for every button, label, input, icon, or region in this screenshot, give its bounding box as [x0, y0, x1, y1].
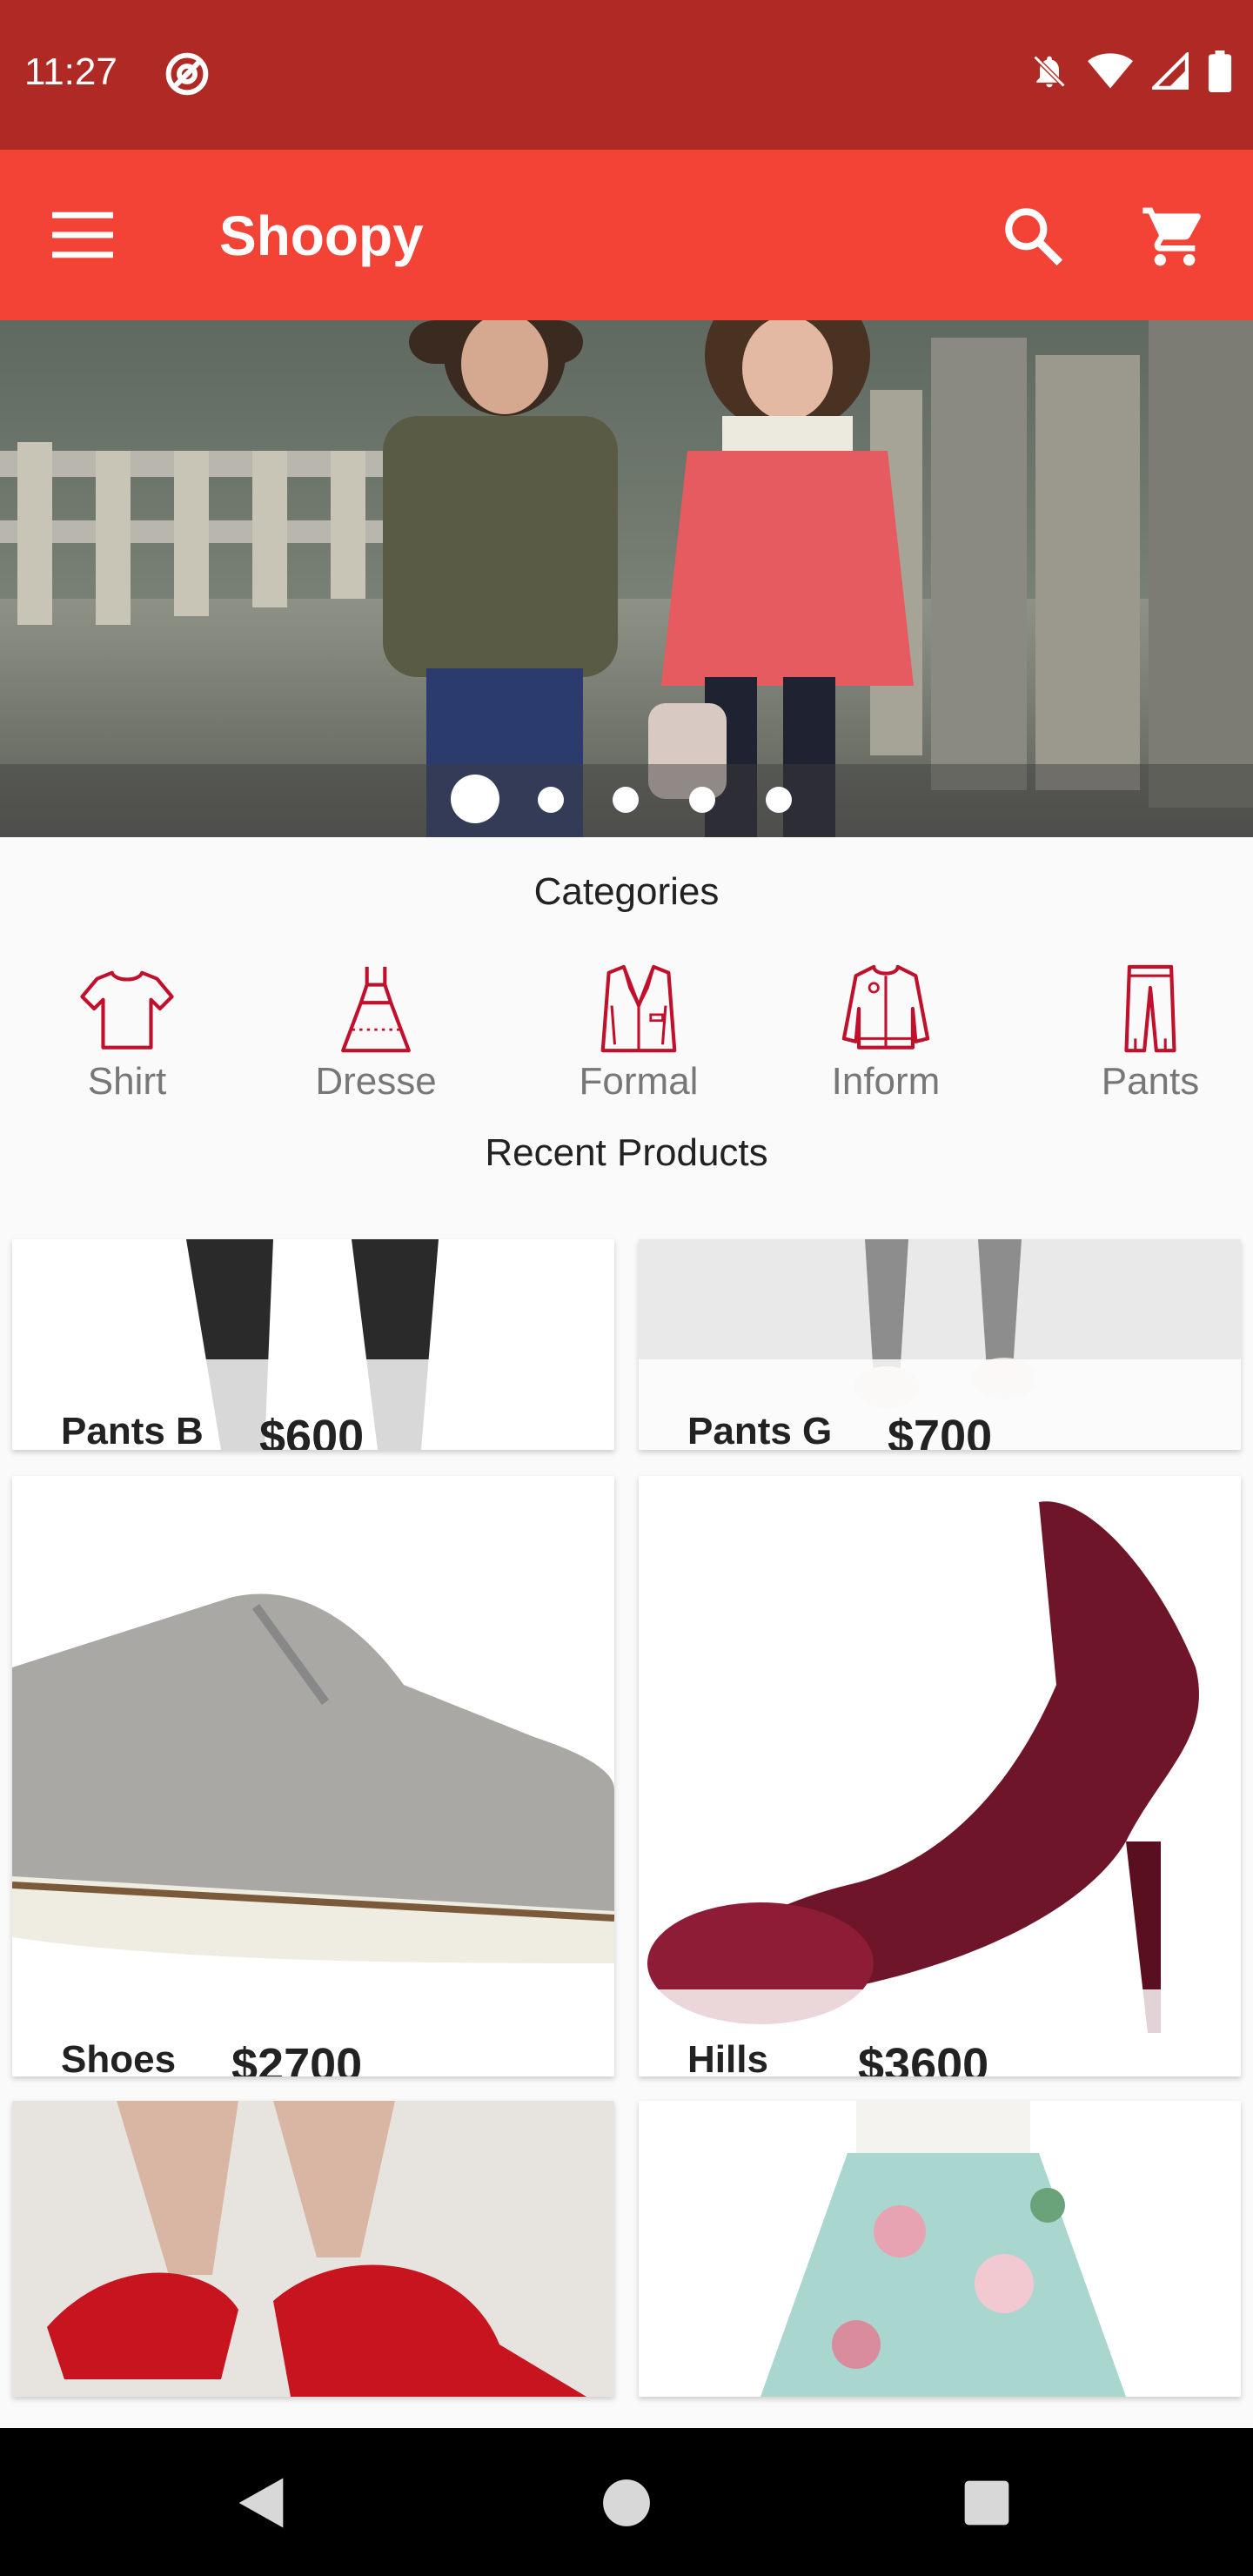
status-time: 11:27 [24, 50, 117, 93]
app-bar: Shoopy [0, 150, 1253, 320]
home-icon[interactable] [593, 2470, 660, 2536]
system-nav-bar [0, 2428, 1253, 2576]
category-formal[interactable]: Formal [552, 961, 726, 1104]
carousel-dot[interactable] [689, 787, 715, 813]
product-price: $2700 [231, 2039, 363, 2076]
status-bar: 11:27 [0, 0, 1253, 150]
blazer-icon [600, 964, 677, 1053]
battery-icon [1208, 50, 1232, 92]
product-card-pants-g[interactable]: Pants G $700 [639, 1239, 1241, 1450]
product-name: Hills [687, 2038, 768, 2076]
product-card-shoes[interactable]: Shoes $2700 [12, 1476, 614, 2076]
carousel-indicator [0, 764, 1253, 837]
category-shirt[interactable]: Shirt [40, 961, 214, 1104]
cart-icon[interactable] [1140, 202, 1209, 272]
category-label: Shirt [87, 1060, 167, 1103]
product-card-red-heels[interactable] [12, 2101, 614, 2397]
product-image [639, 2101, 1241, 2397]
product-name: Pants B [61, 1410, 204, 1450]
product-price: $3600 [858, 2039, 989, 2076]
product-image [12, 1476, 614, 2076]
carousel-dot[interactable] [766, 787, 792, 813]
category-inform[interactable]: Inform [799, 961, 973, 1104]
jacket-icon [841, 964, 930, 1050]
status-icons [1030, 50, 1232, 92]
signal-icon [1152, 52, 1189, 90]
recent-products-heading: Recent Products [485, 1131, 768, 1174]
category-label: Inform [831, 1060, 941, 1103]
shirt-icon [80, 970, 174, 1050]
category-label: Pants [1101, 1060, 1200, 1103]
banner-image [0, 320, 1253, 837]
carousel-dot-active[interactable] [451, 775, 499, 823]
menu-icon[interactable] [52, 209, 113, 261]
product-name: Shoes [61, 2038, 177, 2076]
product-image [12, 2101, 614, 2397]
categories-heading: Categories [533, 870, 720, 913]
category-label: Dresse [315, 1060, 437, 1103]
category-label: Formal [579, 1060, 699, 1103]
dress-icon [341, 966, 411, 1053]
product-name: Pants G [687, 1410, 833, 1450]
wifi-icon [1088, 53, 1133, 89]
app-title: Shoopy [219, 205, 424, 267]
notifications-off-icon [1033, 55, 1066, 88]
carousel-dot[interactable] [538, 787, 564, 813]
product-card-pants-b[interactable]: Pants B $600 [12, 1239, 614, 1450]
product-price: $700 [888, 1411, 993, 1450]
screen: 11:27 Shoopy Categories Shirt Dresse For… [0, 0, 1253, 2576]
at-sign-icon [165, 52, 209, 96]
pants-icon [1124, 964, 1176, 1053]
product-price: $600 [259, 1411, 365, 1450]
product-card-hills[interactable]: Hills $3600 [639, 1476, 1241, 2076]
carousel-dot[interactable] [613, 787, 639, 813]
product-image [639, 1476, 1241, 2076]
back-icon[interactable] [228, 2470, 294, 2536]
category-pants[interactable]: Pants [1063, 961, 1237, 1104]
search-icon[interactable] [1001, 204, 1065, 268]
product-card-skirt[interactable] [639, 2101, 1241, 2397]
category-dresse[interactable]: Dresse [289, 961, 463, 1104]
banner-carousel[interactable] [0, 320, 1253, 837]
recents-icon[interactable] [954, 2470, 1020, 2536]
